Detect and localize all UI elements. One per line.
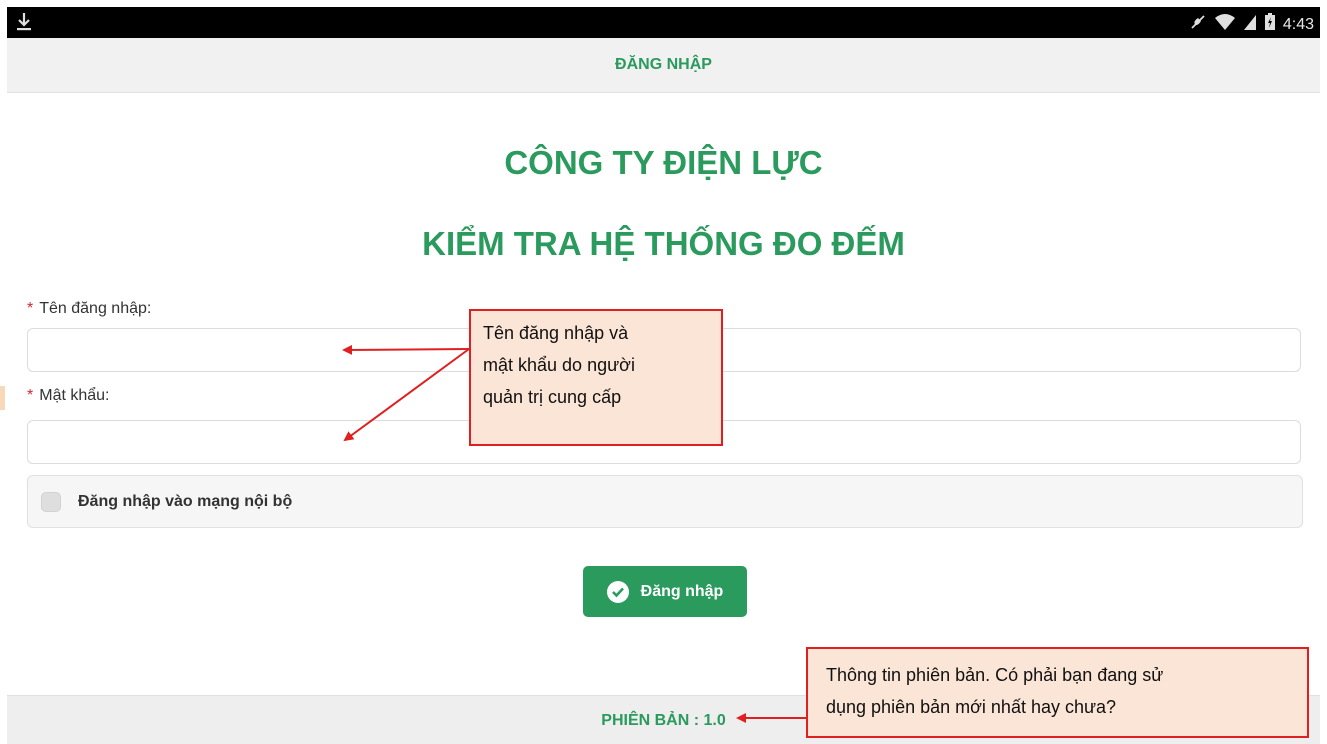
- password-label-text: Mật khẩu:: [39, 387, 110, 404]
- annotation-line: mật khẩu do người: [483, 355, 635, 375]
- username-label-text: Tên đăng nhập:: [39, 300, 152, 317]
- system-title: KIỂM TRA HỆ THỐNG ĐO ĐẾM: [422, 225, 905, 262]
- edge-marker: [0, 386, 5, 410]
- username-label: * Tên đăng nhập:: [27, 300, 151, 318]
- password-label: * Mật khẩu:: [27, 387, 110, 405]
- battery-icon: [1264, 13, 1276, 36]
- annotation-line: quản trị cung cấp: [483, 387, 622, 407]
- app-header: ĐĂNG NHẬP: [7, 38, 1320, 93]
- annotation-line: Tên đăng nhập và: [483, 323, 629, 343]
- credentials-annotation: Tên đăng nhập và mật khẩu do người quản …: [469, 309, 723, 446]
- login-button[interactable]: Đăng nhập: [583, 566, 747, 617]
- signal-icon: [1243, 13, 1257, 36]
- status-icons: 4:43: [1189, 13, 1314, 36]
- required-mark: *: [27, 300, 34, 317]
- company-title: CÔNG TY ĐIỆN LỰC: [504, 144, 823, 181]
- intranet-checkbox-label: Đăng nhập vào mạng nội bộ: [78, 492, 293, 510]
- header-title: ĐĂNG NHẬP: [615, 56, 712, 73]
- intranet-login-option[interactable]: Đăng nhập vào mạng nội bộ: [27, 475, 1303, 528]
- login-button-label: Đăng nhập: [640, 582, 724, 600]
- intranet-checkbox[interactable]: [41, 491, 61, 512]
- annotation-line: dụng phiên bản mới nhất hay chưa?: [826, 697, 1117, 717]
- version-text: PHIÊN BẢN : 1.0: [601, 711, 726, 729]
- download-icon: [13, 10, 35, 34]
- check-circle-icon: [606, 580, 629, 603]
- status-bar: 4:43: [7, 7, 1320, 38]
- login-screen: 4:43 ĐĂNG NHẬP CÔNG TY ĐIỆN LỰC KIỂM TRA…: [0, 0, 1327, 744]
- required-mark: *: [27, 387, 34, 404]
- mute-icon: [1189, 13, 1207, 36]
- wifi-icon: [1214, 13, 1236, 36]
- annotation-line: Thông tin phiên bản. Có phải bạn đang sử: [826, 665, 1164, 685]
- version-annotation: Thông tin phiên bản. Có phải bạn đang sử…: [806, 647, 1309, 738]
- clock-time: 4:43: [1282, 15, 1314, 33]
